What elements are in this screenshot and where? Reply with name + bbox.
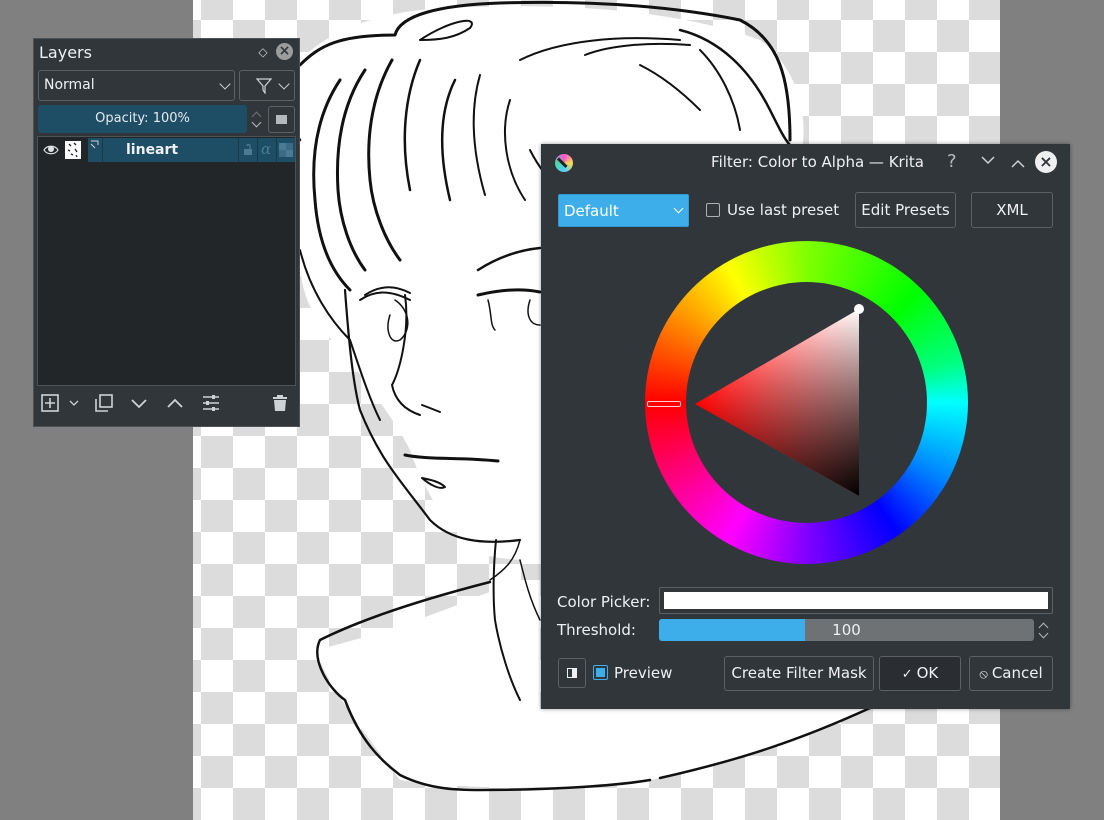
hue-marker[interactable] [647,401,681,407]
edit-presets-button[interactable]: Edit Presets [855,192,956,228]
preview-checkbox[interactable] [593,665,608,680]
maximize-icon[interactable] [1011,159,1025,169]
filter-dialog: Filter: Color to Alpha — Krita ? × Defau… [541,144,1070,709]
wheel-center [686,282,927,523]
docker-title: Layers [39,43,92,62]
move-layer-down-button[interactable] [130,394,152,416]
use-last-preset-checkbox[interactable] [706,203,720,217]
layer-options-button[interactable] [268,106,295,133]
trash-icon [273,395,287,411]
diamond-float-icon[interactable]: ◇ [256,45,270,59]
chevron-down-icon [219,78,231,90]
layers-toolbar [34,394,299,422]
layer-name: lineart [126,142,179,158]
check-icon: ✓ [901,667,913,682]
layer-thumbnail [65,141,81,159]
chevron-down-icon[interactable] [1038,628,1049,639]
duplicate-layer-button[interactable] [95,394,117,416]
chevron-down-icon [69,400,79,406]
preset-select[interactable]: Default [558,194,689,227]
blend-mode-select[interactable]: Normal [38,70,235,101]
eye-icon [43,145,59,155]
create-filter-mask-button[interactable]: Create Filter Mask [724,656,874,691]
funnel-filter-icon [256,78,272,94]
lock-icon [244,144,252,155]
blend-mode-value: Normal [44,77,95,93]
split-preview-button[interactable] [558,658,586,688]
chevron-down-icon[interactable] [251,117,262,128]
dialog-titlebar[interactable]: Filter: Color to Alpha — Krita ? × [541,144,1070,180]
duplicate-icon [95,394,113,412]
cancel-button[interactable]: ⦸ Cancel [969,656,1053,691]
split-view-icon [567,668,577,678]
visibility-toggle[interactable] [39,138,63,162]
color-swatch [664,592,1048,609]
threshold-label: Threshold: [557,621,636,639]
preview-label[interactable]: Preview [614,664,672,682]
alpha-lock-toggle[interactable]: α [257,138,276,162]
alpha-lock-icon: α [261,140,272,158]
hue-wheel[interactable] [645,241,968,564]
opacity-slider[interactable]: Opacity: 100% [38,105,247,133]
color-picker-field[interactable] [659,587,1053,614]
preset-value: Default [564,202,619,220]
minimize-icon[interactable] [981,155,995,165]
ok-label: OK [916,664,939,682]
xml-button[interactable]: XML [971,192,1053,228]
move-layer-up-button[interactable] [166,394,188,416]
chevron-down-icon [673,203,684,214]
color-picker-label: Color Picker: [557,593,651,611]
threshold-value: 100 [832,621,861,639]
opacity-spinner[interactable] [250,107,264,133]
layer-properties-button[interactable] [202,394,224,416]
layer-indicator-icon [90,140,99,149]
inherit-alpha-icon [279,143,293,157]
cancel-label: Cancel [991,664,1043,682]
check-mark [596,668,605,677]
sliders-icon [203,395,219,411]
layer-options-icon [276,115,287,124]
threshold-slider[interactable]: 100 [659,619,1034,641]
ok-button[interactable]: ✓ OK [879,656,961,691]
layer-item[interactable]: lineart α [88,138,295,162]
add-layer-menu-button[interactable] [68,394,90,416]
close-icon[interactable]: × [1035,151,1057,173]
use-last-preset-label[interactable]: Use last preset [727,201,839,219]
help-button[interactable]: ? [947,151,957,172]
cancel-icon: ⦸ [979,667,988,682]
close-icon[interactable]: × [276,43,293,60]
lock-toggle[interactable] [238,138,257,162]
layer-list[interactable]: lineart α [37,136,296,386]
threshold-spinner[interactable] [1038,620,1050,640]
add-layer-button[interactable] [41,394,63,416]
layer-row[interactable]: lineart α [39,138,295,162]
chevron-down-icon [278,78,290,90]
chevron-up-icon [167,398,183,408]
chevron-down-icon [131,399,147,409]
inherit-alpha-toggle[interactable] [276,138,295,162]
layers-docker: Layers ◇ × Normal Opacity: 100% lineart [33,38,300,427]
layer-filter-button[interactable] [239,70,295,101]
plus-square-icon [41,394,59,412]
color-marker[interactable] [854,304,864,314]
layer-type-indicator [88,138,103,162]
delete-layer-button[interactable] [272,394,294,416]
